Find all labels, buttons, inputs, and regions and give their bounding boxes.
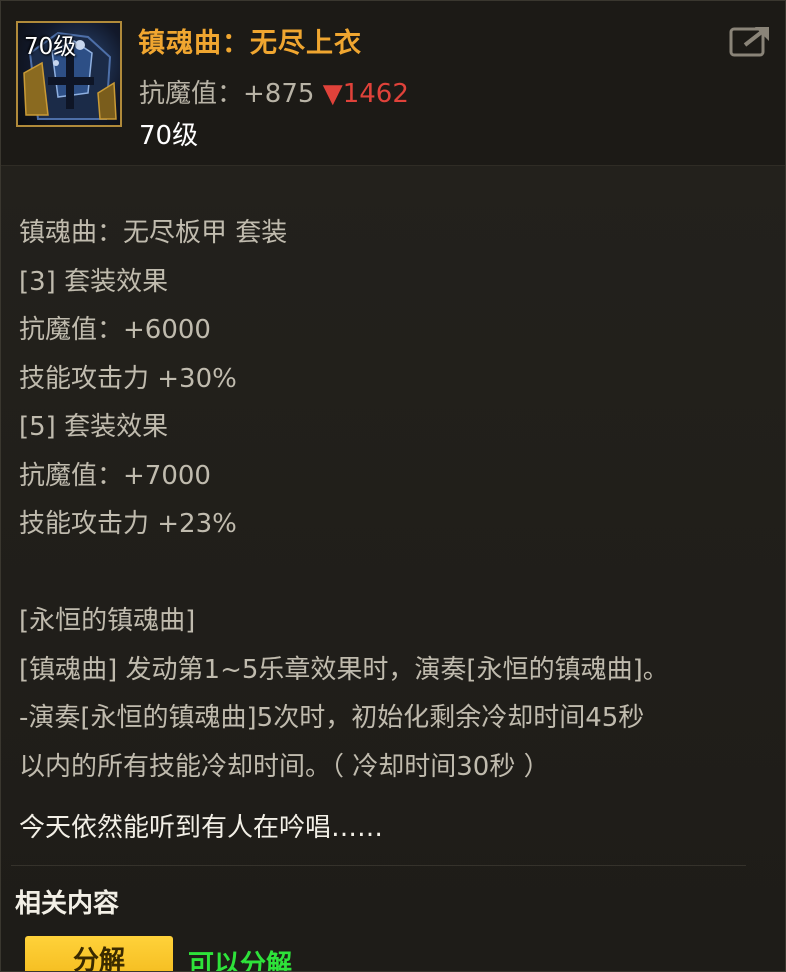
- share-button[interactable]: [727, 21, 773, 61]
- item-description: 镇魂曲：无尽板甲 套装 [3] 套装效果 抗魔值：+6000 技能攻击力 +30…: [19, 209, 769, 791]
- description-line: 抗魔值：+6000: [19, 315, 211, 345]
- stat-label: 抗魔值：+875: [139, 79, 323, 109]
- description-line: [5] 套装效果: [19, 412, 169, 442]
- description-line: [镇魂曲] 发动第1~5乐章效果时，演奏[永恒的镇魂曲]。: [19, 654, 669, 685]
- stat-diff-value: 1462: [342, 79, 409, 109]
- description-line: 技能攻击力 +23%: [19, 509, 237, 539]
- share-icon: [729, 27, 769, 57]
- description-line: 镇魂曲：无尽板甲 套装: [19, 218, 288, 248]
- section-divider: [11, 865, 746, 866]
- description-blank-line: [19, 549, 769, 598]
- item-tooltip-panel: 70级 镇魂曲：无尽上衣 抗魔值：+875 ▼1462 70级 镇魂曲：无尽板甲…: [0, 0, 786, 972]
- item-header: 70级 镇魂曲：无尽上衣 抗魔值：+875 ▼1462 70级: [1, 1, 785, 166]
- item-icon-frame[interactable]: 70级: [16, 21, 122, 127]
- description-line: 以内的所有技能冷却时间。（ 冷却时间30秒 ）: [19, 751, 550, 782]
- description-line: [永恒的镇魂曲]: [19, 606, 196, 636]
- description-line: [3] 套装效果: [19, 266, 169, 297]
- related-section-title: 相关内容: [15, 889, 120, 919]
- flavor-text: 今天依然能听到有人在吟唱……: [19, 813, 384, 843]
- disassemble-button[interactable]: 分解: [25, 936, 173, 971]
- description-line: -演奏[永恒的镇魂曲]5次时，初始化剩余冷却时间45秒: [19, 703, 645, 733]
- icon-level-label: 70级: [24, 34, 77, 60]
- item-level: 70级: [139, 121, 199, 151]
- disassemble-status: 可以分解: [188, 950, 293, 972]
- description-line: 技能攻击力 +30%: [19, 363, 237, 394]
- stat-decrease-arrow-icon: ▼: [322, 79, 343, 109]
- item-name: 镇魂曲：无尽上衣: [138, 28, 362, 59]
- item-stat-line: 抗魔值：+875 ▼1462: [139, 73, 409, 110]
- description-line: 抗魔值：+7000: [19, 460, 211, 491]
